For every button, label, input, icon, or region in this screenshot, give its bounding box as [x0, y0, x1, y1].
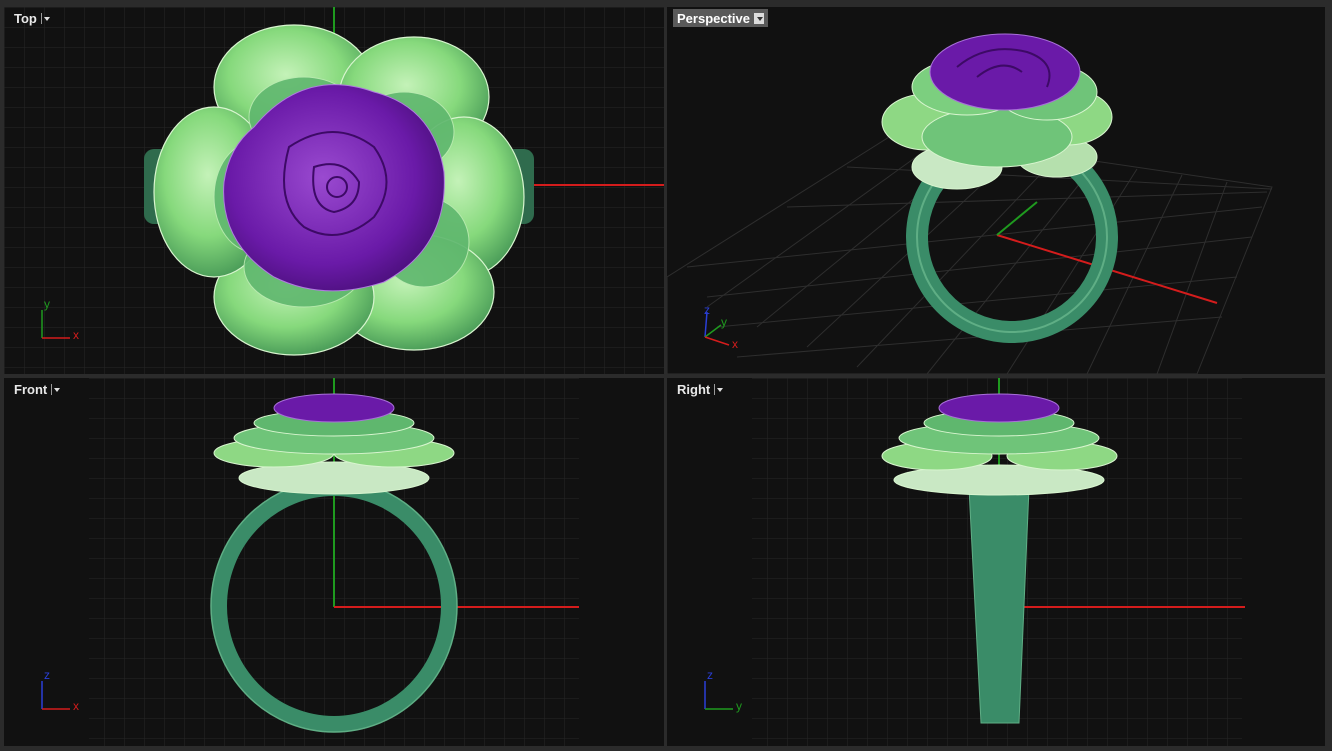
viewport-perspective[interactable]: Perspective z y x	[667, 7, 1325, 374]
perspective-view-scene: z y x	[667, 33, 1273, 374]
axis-gizmo-icon	[704, 681, 733, 710]
rose-right	[938, 393, 1060, 423]
viewport-perspective-title[interactable]: Perspective	[673, 9, 768, 27]
viewport-front-title[interactable]: Front	[10, 380, 65, 398]
dropdown-arrow-icon[interactable]	[714, 383, 724, 395]
viewport-right-name: Right	[677, 381, 711, 397]
y-axis-line	[996, 201, 1038, 236]
axis-label-z: z	[704, 303, 710, 317]
viewport-top-title[interactable]: Top	[10, 9, 55, 27]
rose-perspective	[929, 33, 1081, 111]
viewport-top-name: Top	[14, 10, 37, 26]
axis-label-x: x	[732, 337, 738, 351]
viewport-front-name: Front	[14, 381, 48, 397]
dropdown-arrow-icon[interactable]	[40, 12, 51, 24]
axis-label-x: x	[73, 328, 79, 342]
top-view-scene: y x	[4, 7, 664, 374]
viewport-top[interactable]: Top y x	[4, 7, 664, 374]
rose-front	[273, 393, 395, 423]
axis-label-z: z	[707, 668, 713, 682]
axis-gizmo-icon	[41, 681, 70, 710]
viewport-right[interactable]: Right z y	[667, 378, 1325, 746]
axis-label-y: y	[44, 297, 50, 311]
dropdown-arrow-icon[interactable]	[51, 383, 61, 395]
axis-label-x: x	[73, 699, 79, 713]
front-view-scene: z x	[41, 378, 579, 746]
axis-label-y: y	[736, 699, 742, 713]
viewport-perspective-name: Perspective	[677, 10, 750, 26]
viewport-right-title[interactable]: Right	[673, 380, 728, 398]
right-view-scene: z y	[704, 378, 1245, 746]
axis-label-y: y	[721, 315, 727, 329]
viewport-front[interactable]: Front z x	[4, 378, 664, 746]
dropdown-arrow-icon[interactable]	[754, 12, 764, 24]
axis-label-z: z	[44, 668, 50, 682]
